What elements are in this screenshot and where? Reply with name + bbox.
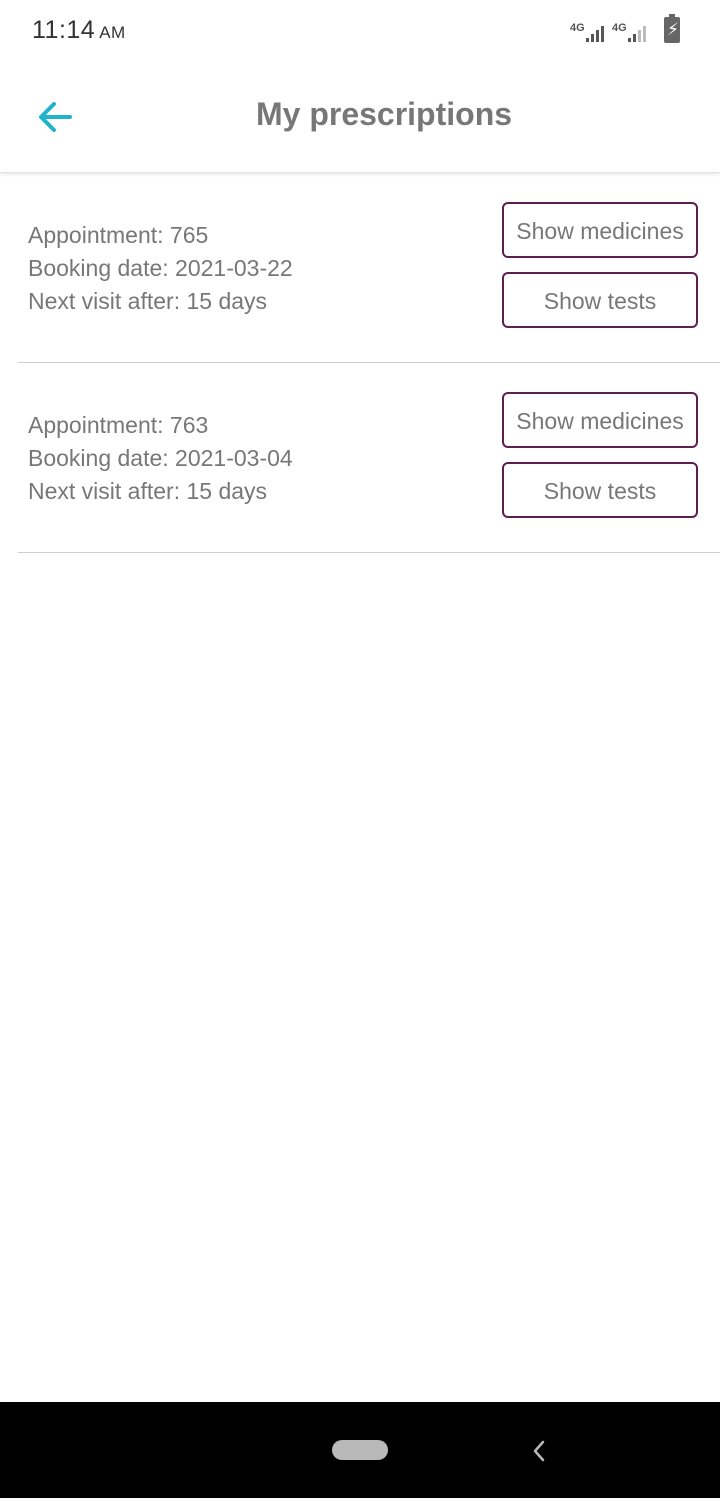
show-tests-button[interactable]: Show tests bbox=[502, 462, 698, 518]
appointment-label: Appointment: 765 bbox=[28, 222, 209, 248]
list-item: Appointment: 765 Booking date: 2021-03-2… bbox=[18, 173, 720, 363]
battery-charging-icon: ⚡ bbox=[664, 14, 680, 43]
prescription-info: Appointment: 765 Booking date: 2021-03-2… bbox=[28, 219, 293, 318]
status-time-ampm: AM bbox=[99, 23, 126, 42]
back-chevron-icon[interactable] bbox=[528, 1438, 550, 1464]
show-tests-button[interactable]: Show tests bbox=[502, 272, 698, 328]
home-pill-icon[interactable] bbox=[332, 1440, 388, 1460]
booking-date-label: Booking date: 2021-03-04 bbox=[28, 445, 293, 471]
booking-date-label: Booking date: 2021-03-22 bbox=[28, 255, 293, 281]
appointment-label: Appointment: 763 bbox=[28, 412, 209, 438]
show-medicines-button[interactable]: Show medicines bbox=[502, 392, 698, 448]
status-time-value: 11:14 bbox=[32, 16, 96, 44]
network-type-1: 4G bbox=[570, 22, 585, 34]
network-type-2: 4G bbox=[612, 22, 627, 34]
system-nav-bar bbox=[0, 1402, 720, 1498]
next-visit-label: Next visit after: 15 days bbox=[28, 288, 268, 314]
page-title: My prescriptions bbox=[255, 96, 513, 132]
prescription-list: Appointment: 765 Booking date: 2021-03-2… bbox=[0, 173, 720, 553]
list-item: Appointment: 763 Booking date: 2021-03-0… bbox=[18, 363, 720, 553]
status-bar: 11:14 AM 4G 4G ⚡ bbox=[0, 0, 720, 62]
signal-bars-1 bbox=[586, 24, 608, 42]
prescription-info: Appointment: 763 Booking date: 2021-03-0… bbox=[28, 409, 293, 508]
next-visit-label: Next visit after: 15 days bbox=[28, 478, 268, 504]
signal-bars-2 bbox=[628, 24, 650, 42]
status-time: 11:14 AM bbox=[32, 16, 126, 45]
app-bar: My prescriptions bbox=[0, 62, 720, 173]
show-medicines-button[interactable]: Show medicines bbox=[502, 202, 698, 258]
